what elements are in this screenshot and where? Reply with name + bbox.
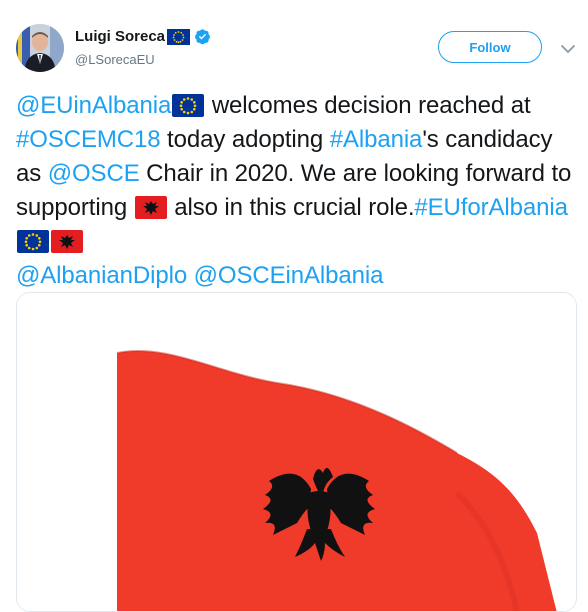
tweet-text: @EUinAlbania welcomes decision reached a…	[16, 89, 576, 293]
mention-euinalbania[interactable]: @EUinAlbania	[16, 92, 171, 119]
tweet-text-welcomes: welcomes decision reached at	[205, 92, 531, 119]
eu-flag-icon	[172, 94, 205, 117]
eu-flag-icon	[17, 230, 49, 253]
albania-flag-photo	[17, 293, 576, 611]
eu-flag-icon	[167, 28, 191, 45]
follow-button[interactable]: Follow	[438, 31, 542, 63]
mention-osceinalbania[interactable]: @OSCEinAlbania	[194, 262, 384, 289]
tweet-text-also: also in this crucial role.	[167, 194, 415, 221]
author-handle[interactable]: @LSorecaEU	[75, 52, 155, 67]
avatar[interactable]	[16, 24, 64, 72]
verified-badge-icon	[195, 29, 210, 45]
chevron-down-icon[interactable]	[559, 40, 577, 58]
author-name-row[interactable]: Luigi Soreca	[75, 28, 211, 45]
author-name[interactable]: Luigi Soreca	[75, 28, 165, 45]
mention-osce[interactable]: @OSCE	[48, 160, 140, 187]
tweet-media-image[interactable]	[16, 292, 577, 612]
avatar-photo	[16, 24, 64, 72]
hashtag-oscemc18[interactable]: #OSCEMC18	[16, 126, 161, 153]
tweet-text-today: today adopting	[160, 126, 330, 153]
albania-flag-icon	[134, 196, 167, 219]
hashtag-albania[interactable]: #Albania	[330, 126, 423, 153]
hashtag-euforalbania[interactable]: #EUforAlbania	[414, 194, 568, 221]
mention-albaniandiplo[interactable]: @AlbanianDiplo	[16, 262, 187, 289]
albania-flag-icon	[51, 230, 83, 253]
